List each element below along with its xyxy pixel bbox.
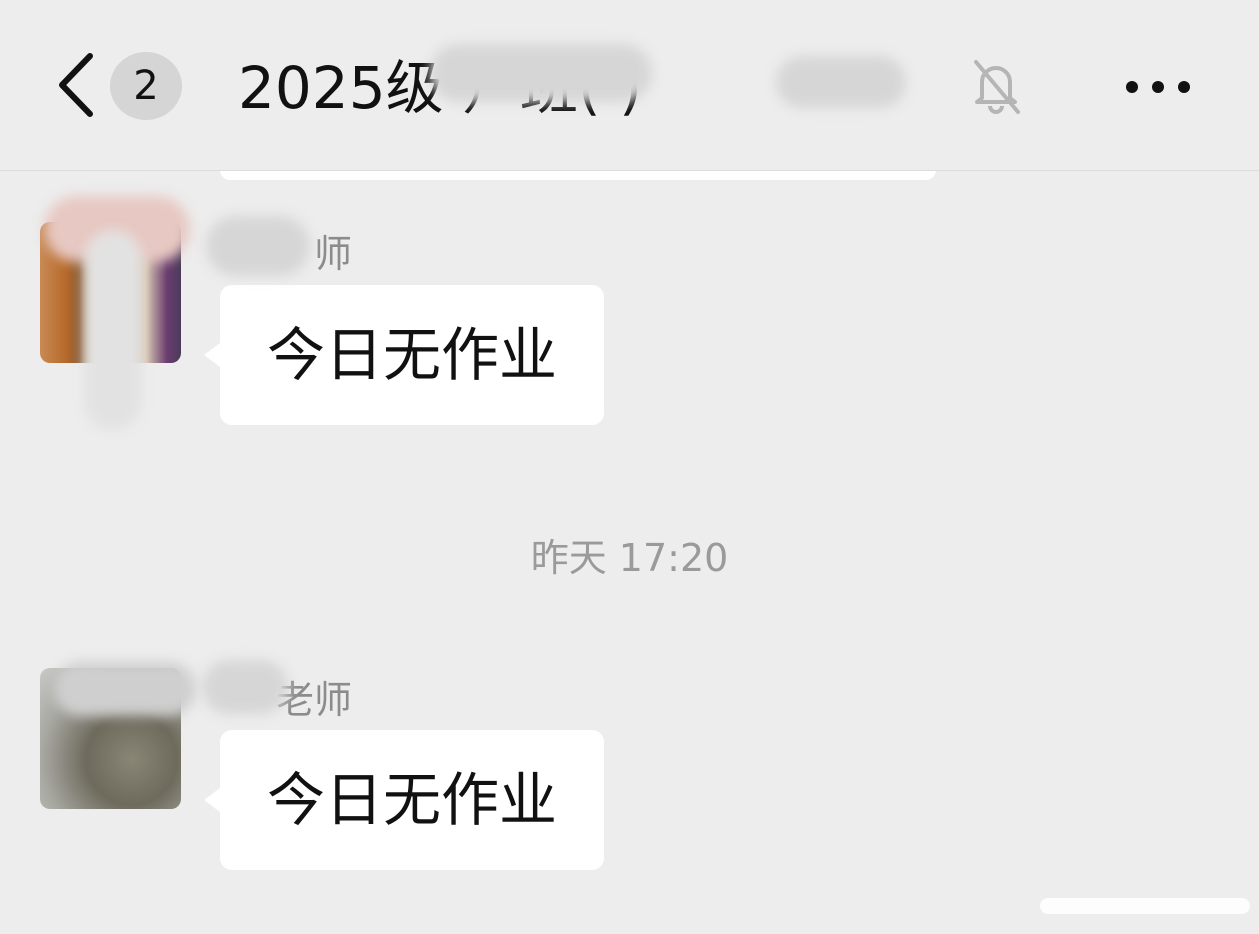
back-button[interactable] [52, 50, 102, 120]
redaction-blur [54, 662, 196, 716]
redaction-blur [776, 56, 906, 108]
bell-off-icon [968, 56, 1024, 116]
home-indicator [1040, 898, 1250, 914]
message-bubble[interactable]: 今日无作业 [204, 285, 604, 425]
more-icon [1126, 81, 1190, 93]
redaction-blur [202, 660, 288, 714]
unread-count-badge[interactable]: 2 [110, 52, 182, 120]
redaction-blur [206, 216, 310, 276]
timestamp-divider: 昨天 17:20 [530, 536, 729, 580]
message-bubble[interactable]: 今日无作业 [204, 730, 604, 870]
redaction-blur [84, 230, 142, 430]
redaction-blur [430, 44, 652, 102]
chevron-left-icon [59, 53, 93, 117]
chat-header: 2 2025级 ）班( ) [0, 0, 1259, 171]
more-options-button[interactable] [1118, 62, 1198, 112]
